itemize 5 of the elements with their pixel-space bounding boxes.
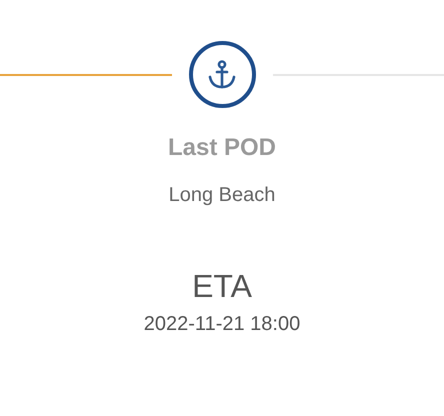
eta-label: ETA [192, 267, 252, 306]
milestone-title: Last POD [168, 133, 276, 163]
anchor-icon [208, 60, 236, 90]
eta-value: 2022-11-21 18:00 [144, 312, 300, 337]
milestone-location: Long Beach [168, 183, 276, 208]
